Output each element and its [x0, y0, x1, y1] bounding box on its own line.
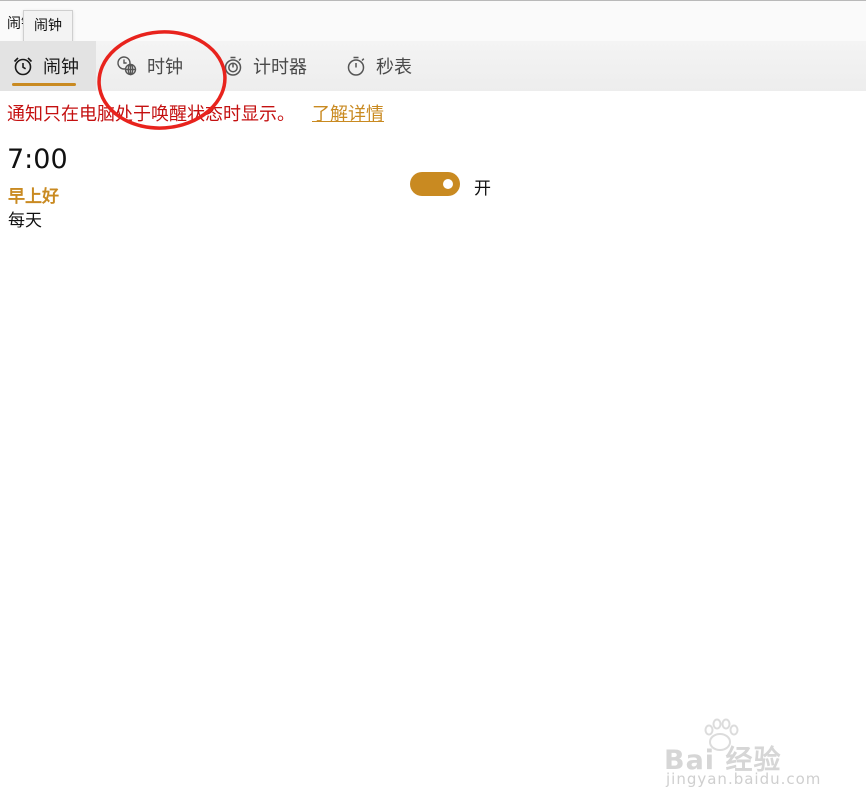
alarm-toggle-switch[interactable]	[410, 172, 460, 196]
alarm-name: 早上好	[8, 187, 59, 207]
tab-clock[interactable]: 时钟	[116, 41, 183, 91]
learn-more-link[interactable]: 了解详情	[312, 100, 384, 126]
alarm-repeat: 每天	[8, 211, 42, 231]
tab-alarm[interactable]: 闹钟	[0, 41, 96, 91]
alarm-time: 7:00	[7, 144, 68, 175]
tooltip: 闹钟	[23, 10, 73, 42]
tab-stopwatch[interactable]: 秒表	[345, 41, 412, 91]
timer-icon	[222, 55, 244, 77]
tab-timer-label: 计时器	[253, 57, 307, 78]
toggle-knob	[443, 179, 453, 189]
alarm-toggle-label: 开	[474, 179, 491, 199]
tab-bar: 闹钟 时钟 计时器 秒表	[0, 41, 866, 91]
tab-clock-label: 时钟	[147, 57, 183, 78]
alarm-clock-icon	[12, 55, 34, 77]
world-clock-icon	[116, 55, 138, 77]
stopwatch-icon	[345, 55, 367, 77]
active-tab-indicator	[12, 83, 76, 86]
tab-timer[interactable]: 计时器	[222, 41, 307, 91]
notification-notice: 通知只在电脑处于唤醒状态时显示。	[7, 104, 295, 125]
title-bar: 闹钟	[0, 1, 866, 41]
tab-stopwatch-label: 秒表	[376, 57, 412, 78]
tab-alarm-label: 闹钟	[43, 57, 79, 78]
watermark-url: jingyan.baidu.com	[666, 770, 822, 788]
